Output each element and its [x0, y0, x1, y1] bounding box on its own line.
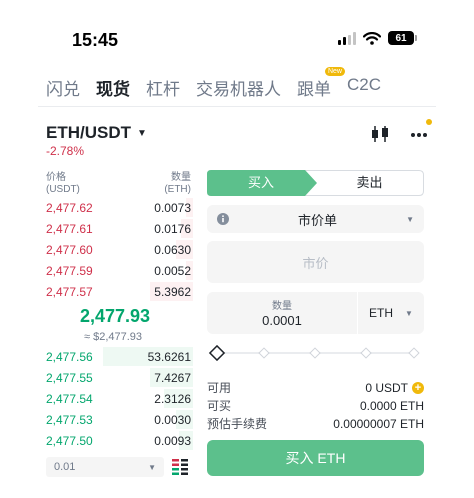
bid-qty: 7.4267 — [154, 370, 191, 385]
amount-input-group: 数量 0.0001 ETH ▼ — [207, 292, 424, 334]
ask-qty: 0.0073 — [154, 200, 191, 215]
amount-input[interactable]: 数量 0.0001 — [207, 292, 357, 334]
last-price[interactable]: 2,477.93 — [80, 306, 150, 327]
order-book-header: 价格 (USDT) 数量 (ETH) — [46, 172, 191, 196]
available-row: 可用 0 USDT + — [207, 379, 424, 396]
qty-header: 数量 — [171, 172, 191, 183]
new-badge: New — [324, 67, 345, 76]
ask-qty: 0.0052 — [154, 263, 191, 278]
deposit-plus-icon[interactable]: + — [412, 381, 424, 394]
sell-tab[interactable]: 卖出 — [315, 170, 424, 196]
bid-row[interactable]: 2,477.54 2.3126 — [46, 388, 193, 409]
slider-tick-50[interactable] — [309, 347, 321, 359]
ask-row[interactable]: 2,477.60 0.0630 — [46, 239, 193, 260]
candlestick-chart-icon[interactable] — [370, 125, 390, 143]
caret-down-icon: ▼ — [405, 308, 413, 318]
amount-unit: ETH — [369, 306, 394, 320]
side-toggle: 买入 卖出 — [207, 170, 424, 196]
bid-row[interactable]: 2,477.56 53.6261 — [46, 346, 193, 367]
bid-row[interactable]: 2,477.53 0.0030 — [46, 409, 193, 430]
last-price-fiat: ≈ $2,477.93 — [84, 331, 143, 343]
tab-spot[interactable]: 现货 — [96, 75, 130, 100]
bid-qty: 0.0030 — [154, 412, 191, 427]
trade-mode-tabs: 闪兑 现货 杠杆 交易机器人 跟单 New C2C — [46, 67, 381, 100]
amount-unit-select[interactable]: ETH ▼ — [358, 292, 424, 334]
order-book-layout-icon[interactable] — [172, 459, 188, 475]
can-buy-label: 可买 — [207, 399, 232, 413]
bid-price: 2,477.56 — [46, 349, 93, 364]
bid-qty: 53.6261 — [147, 349, 191, 364]
ask-price: 2,477.61 — [46, 221, 93, 236]
header-actions — [370, 119, 432, 143]
can-buy-row: 可买 0.0000 ETH — [207, 397, 424, 414]
slider-tick-100[interactable] — [408, 347, 420, 359]
ask-row[interactable]: 2,477.62 0.0073 — [46, 197, 193, 218]
precision-select[interactable]: 0.01 ▼ — [46, 457, 164, 477]
status-time: 15:45 — [72, 30, 119, 50]
slider-thumb[interactable] — [208, 345, 226, 361]
bid-list: 2,477.56 53.6261 2,477.55 7.4267 2,477.54 2… — [46, 346, 193, 451]
tab-copy-trading-label: 跟单 — [297, 80, 331, 99]
fee-value: 0.00000007 ETH — [333, 416, 424, 431]
available-label: 可用 — [207, 381, 232, 395]
pair-selector[interactable]: ETH/USDT ▼ — [46, 123, 147, 143]
qty-unit: (ETH) — [164, 184, 191, 195]
pair-change: -2.78% — [46, 144, 85, 158]
ask-price: 2,477.60 — [46, 242, 93, 257]
ask-qty: 0.0176 — [154, 221, 191, 236]
buy-tab[interactable]: 买入 — [207, 170, 315, 196]
info-icon[interactable] — [217, 213, 229, 225]
fee-row: 预估手续费 0.00000007 ETH — [207, 415, 424, 432]
slider-tick-75[interactable] — [360, 347, 372, 359]
fee-label: 预估手续费 — [207, 417, 268, 431]
caret-down-icon: ▼ — [148, 462, 156, 472]
amount-label: 数量 — [272, 301, 292, 312]
precision-value: 0.01 — [54, 461, 76, 473]
caret-down-icon: ▼ — [137, 127, 147, 139]
amount-slider[interactable] — [207, 345, 424, 361]
ask-list: 2,477.62 0.0073 2,477.61 0.0176 2,477.60 0.… — [46, 197, 193, 302]
ask-price: 2,477.57 — [46, 284, 93, 299]
tab-trading-bots[interactable]: 交易机器人 — [196, 75, 281, 100]
status-icons: 61 — [338, 31, 417, 45]
bid-qty: 2.3126 — [154, 391, 191, 406]
order-type-select[interactable]: 市价单 ▼ — [207, 205, 424, 233]
ask-price: 2,477.59 — [46, 263, 93, 278]
caret-down-icon: ▼ — [406, 214, 414, 224]
tabs-divider — [38, 106, 436, 107]
tab-copy-trading[interactable]: 跟单 New — [297, 67, 345, 100]
ask-qty: 0.0630 — [154, 242, 191, 257]
can-buy-value: 0.0000 ETH — [359, 398, 424, 413]
order-type-label: 市价单 — [298, 212, 338, 228]
bid-price: 2,477.55 — [46, 370, 93, 385]
bid-price: 2,477.53 — [46, 412, 93, 427]
bid-row[interactable]: 2,477.55 7.4267 — [46, 367, 193, 388]
notification-dot — [426, 119, 432, 125]
tab-c2c[interactable]: C2C — [347, 75, 381, 100]
price-input[interactable]: 市价 — [207, 241, 424, 283]
ask-price: 2,477.62 — [46, 200, 93, 215]
available-value: 0 USDT — [365, 380, 408, 395]
more-dots-icon — [411, 133, 427, 137]
wifi-icon — [363, 31, 381, 45]
bid-price: 2,477.54 — [46, 391, 93, 406]
battery-icon: 61 — [388, 31, 417, 45]
slider-tick-25[interactable] — [258, 347, 270, 359]
bid-qty: 0.0093 — [154, 433, 191, 448]
ask-qty: 5.3962 — [154, 284, 191, 299]
ask-row[interactable]: 2,477.57 5.3962 — [46, 281, 193, 302]
pair-symbol: ETH/USDT — [46, 123, 131, 142]
cellular-signal-icon — [338, 31, 356, 45]
more-menu[interactable] — [410, 119, 432, 143]
buy-eth-button[interactable]: 买入 ETH — [207, 440, 424, 476]
bid-price: 2,477.50 — [46, 433, 93, 448]
tab-convert[interactable]: 闪兑 — [46, 75, 80, 100]
ask-row[interactable]: 2,477.59 0.0052 — [46, 260, 193, 281]
ask-row[interactable]: 2,477.61 0.0176 — [46, 218, 193, 239]
amount-value: 0.0001 — [262, 313, 302, 328]
bid-row[interactable]: 2,477.50 0.0093 — [46, 430, 193, 451]
tab-margin[interactable]: 杠杆 — [146, 75, 180, 100]
